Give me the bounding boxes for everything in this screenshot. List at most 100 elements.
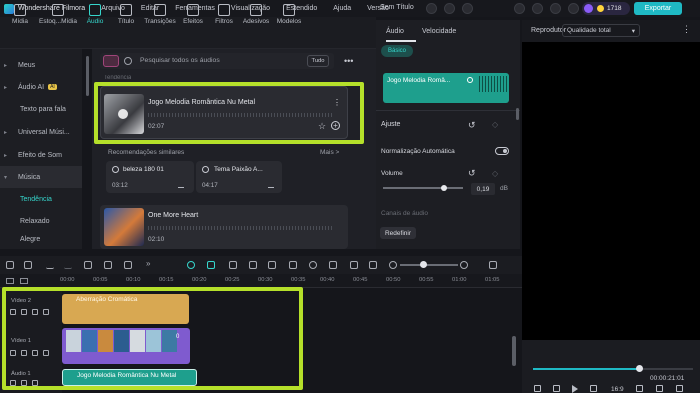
chevron-right-icon: ▸ bbox=[4, 152, 8, 159]
snap-icon[interactable] bbox=[187, 261, 195, 269]
media-icon bbox=[14, 4, 26, 16]
tab-transicoes[interactable]: Transições bbox=[142, 2, 178, 30]
timeline-zoom-handle[interactable] bbox=[420, 261, 427, 268]
keyframe-icon[interactable]: ◇ bbox=[492, 120, 498, 129]
timeline-grid-icon[interactable] bbox=[489, 261, 497, 269]
step-back-icon[interactable] bbox=[553, 385, 560, 392]
export-button[interactable]: Exportar bbox=[634, 2, 682, 15]
search-bar[interactable]: Pesquisar todos os áudios bbox=[100, 53, 334, 69]
zoom-out-icon[interactable] bbox=[389, 261, 397, 269]
mask-icon[interactable] bbox=[289, 261, 297, 269]
delete-icon[interactable] bbox=[84, 261, 92, 269]
reset-icon[interactable]: ↺ bbox=[468, 168, 476, 179]
mail-icon[interactable] bbox=[550, 3, 561, 14]
sidebar-item-musica[interactable]: ▾ Música bbox=[0, 166, 82, 188]
tab-estoque-midia[interactable]: Estoq...Mídia bbox=[36, 2, 80, 30]
volume-slider[interactable] bbox=[383, 187, 463, 189]
menu-ajuda[interactable]: Ajuda bbox=[333, 5, 351, 12]
properties-scrollbar[interactable] bbox=[516, 108, 519, 120]
more-options-icon[interactable]: ••• bbox=[344, 56, 353, 66]
select-tool-icon[interactable] bbox=[24, 261, 32, 269]
ruler-tick: 00:45 bbox=[353, 277, 368, 283]
tab-midia[interactable]: Mídia bbox=[6, 2, 34, 30]
display-icon[interactable] bbox=[636, 385, 643, 392]
volume-input[interactable]: 0,19 bbox=[471, 183, 495, 195]
more-tools-icon[interactable]: » bbox=[146, 259, 150, 268]
speed-icon[interactable] bbox=[268, 261, 276, 269]
add-track-icon[interactable] bbox=[6, 278, 14, 284]
tab-adesivos[interactable]: Adesivos bbox=[240, 2, 272, 30]
download-icon[interactable] bbox=[268, 181, 274, 188]
magnet-icon[interactable] bbox=[207, 261, 215, 269]
track-settings-icon[interactable] bbox=[20, 278, 28, 284]
keyframe-icon[interactable]: ◇ bbox=[492, 169, 498, 178]
play-icon[interactable] bbox=[572, 385, 578, 393]
text-icon[interactable] bbox=[329, 261, 337, 269]
timeline-zoom-slider[interactable] bbox=[400, 264, 458, 266]
sidebar-scrollbar[interactable] bbox=[86, 56, 89, 96]
title-icon bbox=[120, 4, 132, 16]
cloud-icon[interactable] bbox=[426, 3, 437, 14]
playback-progress[interactable] bbox=[533, 368, 639, 370]
grid-icon[interactable] bbox=[568, 3, 579, 14]
bell-icon[interactable] bbox=[514, 3, 525, 14]
aspect-ratio[interactable]: 16:9 bbox=[611, 386, 624, 393]
credits-badge[interactable]: 1718 bbox=[582, 2, 630, 15]
split-icon[interactable] bbox=[104, 261, 112, 269]
play-icon[interactable] bbox=[112, 166, 119, 173]
settings-icon[interactable] bbox=[532, 3, 543, 14]
timeline-scrollbar[interactable] bbox=[512, 336, 516, 366]
playback-progress-track[interactable] bbox=[639, 368, 693, 370]
download-icon[interactable] bbox=[178, 181, 184, 188]
player-more-icon[interactable]: ⋮ bbox=[682, 24, 691, 35]
sidebar-item-meus[interactable]: ▸ Meus bbox=[0, 54, 82, 76]
tab-efeitos[interactable]: Efeitos bbox=[180, 2, 206, 30]
sidebar-item-tendencia[interactable]: Tendência bbox=[0, 188, 82, 210]
zoom-in-icon[interactable] bbox=[460, 261, 468, 269]
layout-icon[interactable] bbox=[462, 3, 473, 14]
undo-icon[interactable] bbox=[46, 261, 54, 269]
tab-velocidade[interactable]: Velocidade bbox=[422, 28, 456, 35]
volume-icon[interactable] bbox=[676, 385, 683, 392]
reset-icon[interactable]: ↺ bbox=[468, 120, 476, 131]
transition-icon[interactable] bbox=[350, 261, 358, 269]
play-icon[interactable] bbox=[202, 166, 209, 173]
sidebar-item-audio-ai[interactable]: ▸ Áudio AI AI bbox=[0, 76, 82, 98]
tab-modelos[interactable]: Modelos bbox=[274, 2, 304, 30]
crop-icon[interactable] bbox=[124, 261, 132, 269]
redo-icon[interactable] bbox=[64, 261, 72, 269]
audio-sync-icon[interactable] bbox=[249, 261, 257, 269]
tab-audio-props[interactable]: Áudio bbox=[386, 28, 404, 35]
sidebar-item-efeito-de-som[interactable]: ▸ Efeito de Som bbox=[0, 144, 82, 166]
ruler-tick: 00:05 bbox=[93, 277, 108, 283]
filter-all-dropdown[interactable]: Tudo bbox=[307, 55, 329, 67]
prev-frame-icon[interactable] bbox=[534, 385, 541, 392]
sidebar-item-texto-para-fala[interactable]: Texto para fala bbox=[0, 98, 82, 120]
microphone-icon[interactable] bbox=[309, 261, 317, 269]
basic-pill[interactable]: Básico bbox=[381, 45, 413, 57]
sidebar-item-relaxado[interactable]: Relaxado bbox=[0, 210, 82, 232]
playback-handle[interactable] bbox=[636, 365, 643, 372]
quality-dropdown[interactable]: Qualidade total ▾ bbox=[562, 24, 640, 37]
stock-media-icon bbox=[52, 4, 64, 16]
stop-icon[interactable] bbox=[590, 385, 597, 392]
volume-slider-handle[interactable] bbox=[441, 185, 447, 191]
tab-filtros[interactable]: Filtros bbox=[210, 2, 238, 30]
search-input[interactable]: Pesquisar todos os áudios bbox=[140, 57, 220, 64]
sidebar-item-universal-musica[interactable]: ▸ Universal Músi... bbox=[0, 121, 82, 143]
ruler-tick: 01:05 bbox=[485, 277, 500, 283]
tab-audio[interactable]: Áudio bbox=[82, 2, 108, 30]
audio-channels-label: Canais de áudio bbox=[381, 210, 428, 217]
snapshot-icon[interactable] bbox=[656, 385, 663, 392]
more-link[interactable]: Mais > bbox=[320, 149, 339, 156]
layout-grid-icon[interactable] bbox=[6, 261, 14, 269]
auto-normalize-toggle[interactable] bbox=[495, 147, 509, 155]
auto-reframe-icon[interactable] bbox=[229, 261, 237, 269]
library-icon[interactable] bbox=[103, 55, 119, 67]
sidebar-item-alegre[interactable]: Alegre bbox=[0, 232, 82, 246]
keyboard-icon[interactable] bbox=[444, 3, 455, 14]
reset-button[interactable]: Redefinir bbox=[380, 227, 416, 239]
ajuste-heading: Ajuste bbox=[381, 121, 401, 128]
tab-titulo[interactable]: Título bbox=[112, 2, 140, 30]
image-icon[interactable] bbox=[369, 261, 377, 269]
